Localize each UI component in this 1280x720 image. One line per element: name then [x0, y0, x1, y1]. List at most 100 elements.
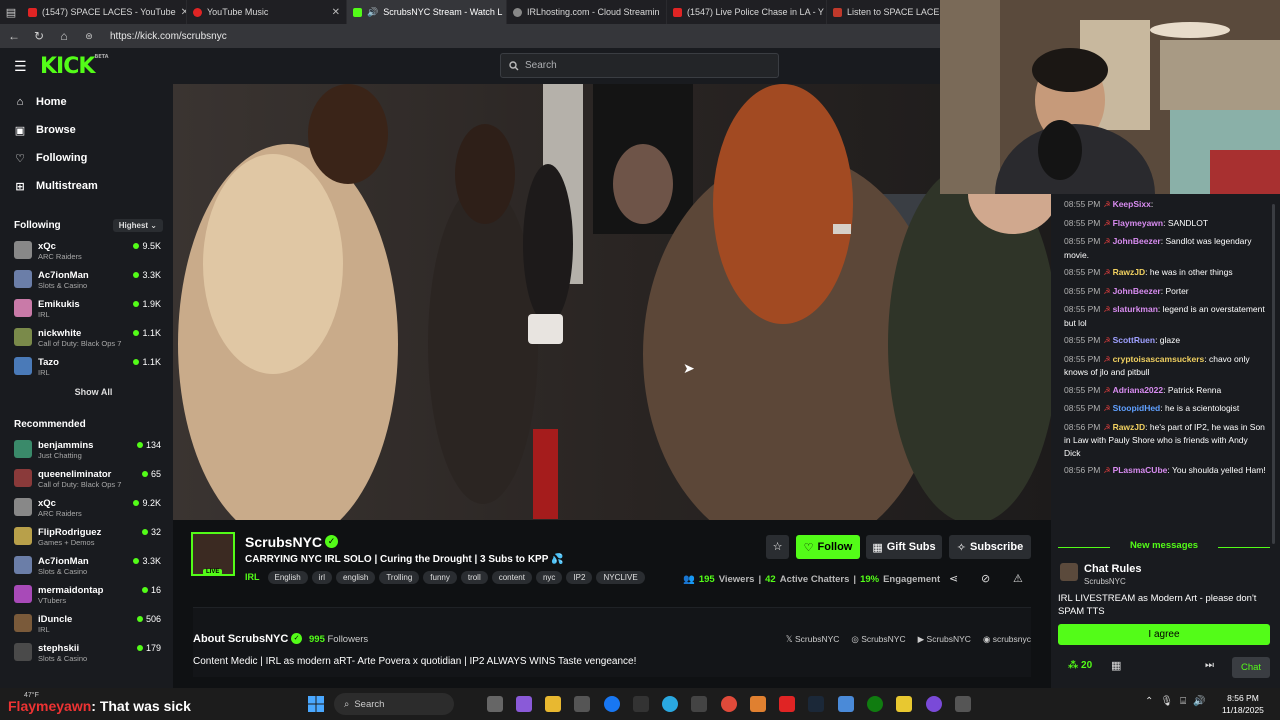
- sidebar-channel[interactable]: nickwhite Call of Duty: Black Ops 7 1.1K: [0, 323, 173, 352]
- gift-icon[interactable]: ▦: [1111, 659, 1121, 672]
- browser-tab[interactable]: Listen to SPACE LACES's: [827, 0, 940, 24]
- settings-icon[interactable]: [955, 696, 971, 712]
- app-icon[interactable]: [516, 696, 532, 712]
- browser-tab[interactable]: IRLhosting.com - Cloud Streamin ✕: [507, 0, 667, 24]
- tag-chip[interactable]: content: [491, 570, 532, 584]
- file-explorer-icon[interactable]: [545, 696, 561, 712]
- show-all-button[interactable]: Show All: [0, 381, 173, 405]
- chat-username[interactable]: cryptoisascamsuckers: [1113, 354, 1205, 364]
- url-field[interactable]: https://kick.com/scrubsnyc: [110, 31, 227, 42]
- social-link[interactable]: ◎ ScrubsNYC: [851, 634, 905, 645]
- sidebar-channel[interactable]: xQc ARC Raiders 9.5K: [0, 236, 173, 265]
- tag-chip[interactable]: english: [335, 570, 376, 584]
- microphone-icon[interactable]: 🎙: [1160, 696, 1173, 707]
- reload-icon[interactable]: ↻: [31, 29, 47, 43]
- windows-start-icon[interactable]: [308, 696, 324, 712]
- tag-chip[interactable]: English: [267, 570, 308, 584]
- channel-points[interactable]: ⁂ 20: [1068, 660, 1092, 671]
- tag-chip[interactable]: troll: [460, 570, 488, 584]
- chat-username[interactable]: RawzJD: [1113, 267, 1146, 277]
- chrome-icon[interactable]: [721, 696, 737, 712]
- tag-chip[interactable]: Trolling: [379, 570, 420, 584]
- social-link[interactable]: ◉ scrubsnyc: [983, 634, 1031, 645]
- browser-tab[interactable]: (1547) Live Police Chase in LA - Y ✕: [667, 0, 827, 24]
- volume-icon[interactable]: 🔊: [1193, 696, 1205, 707]
- sidebar-channel[interactable]: queeneliminator Call of Duty: Black Ops 7…: [0, 464, 173, 493]
- sidebar-item-following[interactable]: ♡ Following: [0, 144, 173, 172]
- app-icon[interactable]: [838, 696, 854, 712]
- hamburger-menu-icon[interactable]: ☰: [14, 58, 27, 75]
- follow-button[interactable]: ♡ Follow: [796, 535, 860, 559]
- social-link[interactable]: ▶ ScrubsNYC: [918, 634, 971, 645]
- task-view-icon[interactable]: [487, 696, 503, 712]
- site-info-icon[interactable]: ⊜: [81, 31, 97, 42]
- sidebar-channel[interactable]: stephskii Slots & Casino 179: [0, 638, 173, 667]
- sidebar-channel[interactable]: xQc ARC Raiders 9.2K: [0, 493, 173, 522]
- facebook-icon[interactable]: [604, 696, 620, 712]
- chat-username[interactable]: KeepSixx: [1113, 199, 1151, 209]
- taskbar-clock[interactable]: 8:56 PM 11/18/2025: [1222, 692, 1264, 716]
- sidebar-item-browse[interactable]: ▣ Browse: [0, 116, 173, 144]
- sidebar-item-home[interactable]: ⌂ Home: [0, 88, 173, 116]
- chevron-up-icon[interactable]: ⌃: [1145, 696, 1153, 707]
- browser-tab[interactable]: YouTube Music ✕: [187, 0, 347, 24]
- sidebar-channel[interactable]: Ac7ionMan Slots & Casino 3.3K: [0, 551, 173, 580]
- chat-username[interactable]: JohnBeezer: [1113, 236, 1161, 246]
- tag-chip[interactable]: nyc: [535, 570, 563, 584]
- channel-name[interactable]: ScrubsNYC: [245, 534, 322, 550]
- chat-username[interactable]: JohnBeezer: [1113, 286, 1161, 296]
- taskbar-search[interactable]: ⌕ Search: [334, 693, 454, 715]
- kick-logo[interactable]: KICKBETA: [40, 54, 109, 79]
- search-input[interactable]: Search: [500, 53, 779, 78]
- edge-icon[interactable]: [662, 696, 678, 712]
- report-icon[interactable]: ⚠: [1013, 572, 1023, 585]
- tag-chip[interactable]: IP2: [566, 570, 593, 584]
- social-link[interactable]: 𝕏 ScrubsNYC: [786, 634, 840, 645]
- sticky-notes-icon[interactable]: [896, 696, 912, 712]
- chat-scrollbar[interactable]: [1272, 204, 1275, 544]
- subscribe-button[interactable]: ✧ Subscribe: [949, 535, 1031, 559]
- steam-icon[interactable]: [808, 696, 824, 712]
- chat-username[interactable]: RawzJD: [1113, 422, 1146, 432]
- chat-send-button[interactable]: Chat: [1232, 657, 1270, 678]
- tag-chip[interactable]: irl: [311, 570, 332, 584]
- tag-chip[interactable]: funny: [423, 570, 457, 584]
- sidebar-channel[interactable]: FlipRodriguez Games + Demos 32: [0, 522, 173, 551]
- store-icon[interactable]: [574, 696, 590, 712]
- sidebar-channel[interactable]: iDuncle IRL 506: [0, 609, 173, 638]
- sidebar-channel[interactable]: benjammins Just Chatting 134: [0, 435, 173, 464]
- hide-icon[interactable]: ⊘: [981, 572, 990, 585]
- channel-avatar[interactable]: LIVE: [191, 532, 235, 576]
- sidebar-channel[interactable]: Emikukis IRL 1.9K: [0, 294, 173, 323]
- xbox-icon[interactable]: [867, 696, 883, 712]
- favorite-button[interactable]: ☆: [766, 535, 789, 559]
- sidebar-channel[interactable]: Ac7ionMan Slots & Casino 3.3K: [0, 265, 173, 294]
- chat-username[interactable]: slaturkman: [1113, 304, 1158, 314]
- chat-username[interactable]: Flaymeyawn: [1113, 218, 1164, 228]
- category-link[interactable]: IRL: [245, 570, 264, 584]
- browser-tab[interactable]: (1547) SPACE LACES - YouTube ✕: [22, 0, 187, 24]
- sort-dropdown[interactable]: Highest ⌄: [112, 218, 163, 232]
- tag-chip[interactable]: NYCLIVE: [596, 570, 645, 584]
- chat-username[interactable]: PLasmaCUbe: [1113, 465, 1168, 475]
- browser-tab-active[interactable]: 🔊 ScrubsNYC Stream - Watch L ✕: [347, 0, 507, 24]
- gift-subs-button[interactable]: ▦ Gift Subs: [866, 535, 942, 559]
- sidebar-channel[interactable]: mermaidontap VTubers 16: [0, 580, 173, 609]
- home-icon[interactable]: ⌂: [56, 29, 72, 43]
- amazon-icon[interactable]: [633, 696, 649, 712]
- chat-username[interactable]: StoopidHed: [1113, 403, 1161, 413]
- chat-username[interactable]: Adriana2022: [1113, 385, 1164, 395]
- network-icon[interactable]: ⌸: [1180, 696, 1186, 707]
- sidebar-item-multistream[interactable]: ⊞ Multistream: [0, 172, 173, 200]
- app-icon[interactable]: [750, 696, 766, 712]
- chat-username[interactable]: ScottRuen: [1113, 335, 1156, 345]
- emote-icon[interactable]: ⏭: [1205, 660, 1214, 671]
- browser-menu-icon[interactable]: ▤: [0, 6, 22, 19]
- video-player[interactable]: ➤: [173, 84, 1051, 520]
- calculator-icon[interactable]: [691, 696, 707, 712]
- new-messages-divider[interactable]: New messages: [1058, 540, 1270, 554]
- sidebar-channel[interactable]: Tazo IRL 1.1K: [0, 352, 173, 381]
- obs-icon[interactable]: [926, 696, 942, 712]
- share-icon[interactable]: ⋖: [949, 572, 958, 585]
- back-icon[interactable]: ←: [6, 29, 22, 43]
